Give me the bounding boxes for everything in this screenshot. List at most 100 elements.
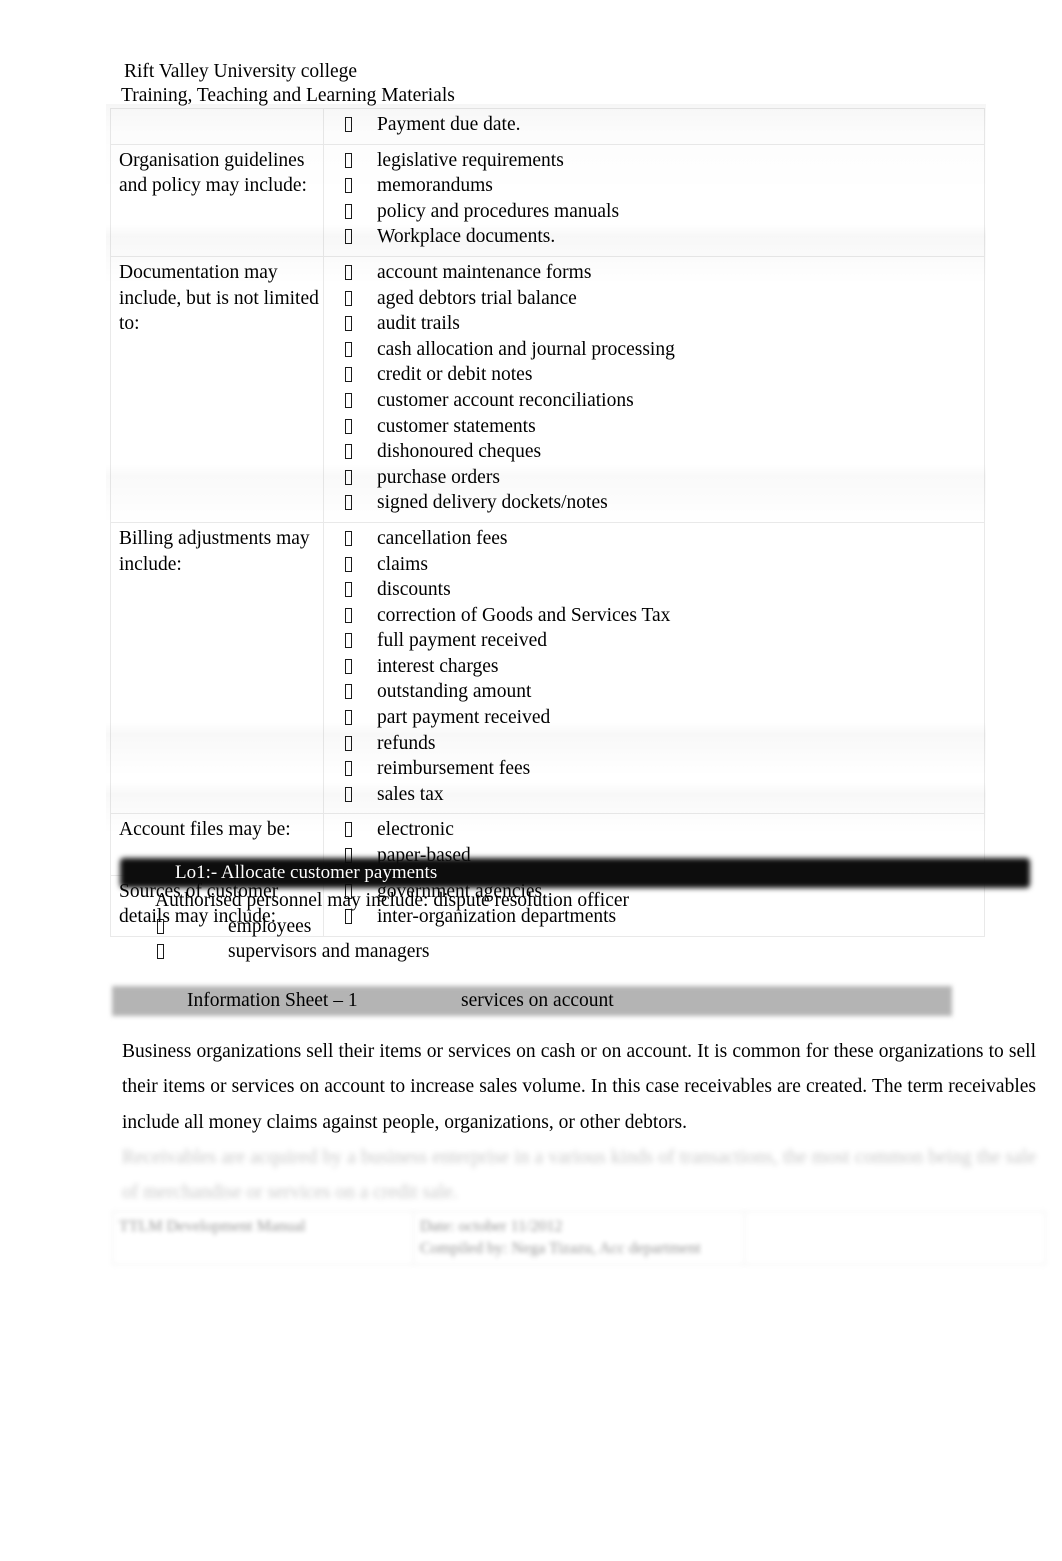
- list-item-label: employees: [228, 915, 312, 937]
- tofu-bullet-icon: [345, 710, 352, 726]
- row-label: Account files may be:: [119, 819, 291, 841]
- list-item-label: reimbursement fees: [377, 758, 531, 780]
- tofu-bullet-icon: [157, 944, 164, 960]
- list-item: sales tax: [324, 782, 980, 808]
- authorised-personnel-intro: Authorised personnel may include: disput…: [155, 890, 630, 911]
- tofu-bullet-icon: [345, 735, 352, 751]
- list-item-label: audit trails: [377, 313, 460, 335]
- footer-cell-manual: TTLM Development Manual: [112, 1211, 414, 1265]
- list-item-label: part payment received: [377, 707, 551, 729]
- list-item: customer account reconciliations: [324, 388, 980, 414]
- bullet-list: account maintenance forms aged debtors t…: [324, 260, 980, 516]
- list-item: claims: [324, 552, 980, 578]
- document-header: Rift Valley University college Training,…: [121, 60, 824, 108]
- information-sheet-banner: Information Sheet – 1 services on accoun…: [112, 986, 952, 1016]
- institution-name: Rift Valley University college: [124, 61, 358, 82]
- list-item: cancellation fees: [324, 526, 980, 552]
- list-item-label: discounts: [377, 579, 451, 601]
- bullet-list: employees supervisors and managers: [155, 914, 955, 965]
- tofu-bullet-icon: [345, 582, 352, 598]
- tofu-bullet-icon: [345, 530, 352, 546]
- tofu-bullet-icon: [345, 469, 352, 485]
- list-item-label: Workplace documents.: [377, 226, 556, 248]
- list-item: discounts: [324, 577, 980, 603]
- tofu-bullet-icon: [345, 658, 352, 674]
- list-item: memorandums: [324, 173, 980, 199]
- document-subtitle: Training, Teaching and Learning Material…: [121, 85, 455, 106]
- list-item: aged debtors trial balance: [324, 286, 980, 312]
- table-row: Billing adjustments may include: cancell…: [110, 521, 985, 815]
- list-item-label: full payment received: [377, 630, 548, 652]
- tofu-bullet-icon: [345, 786, 352, 802]
- list-item: policy and procedures manuals: [324, 199, 980, 225]
- list-item-label: cancellation fees: [377, 527, 508, 549]
- faded-paragraph: Receivables are acquired by a business e…: [122, 1146, 1036, 1204]
- list-item-label: dishonoured cheques: [377, 441, 542, 463]
- tofu-bullet-icon: [345, 392, 352, 408]
- list-item: Workplace documents.: [324, 224, 980, 250]
- list-item: customer statements: [324, 414, 980, 440]
- list-item-label: refunds: [377, 732, 436, 754]
- list-item-label: Payment due date.: [377, 114, 521, 135]
- information-sheet-title: Information Sheet – 1: [187, 990, 358, 1011]
- list-item: part payment received: [324, 705, 980, 731]
- banner-labels: Information Sheet – 1 services on accoun…: [112, 986, 952, 1016]
- learning-outcome-banner: Lo1:- Allocate customer payments: [120, 858, 1030, 888]
- list-item-label: customer account reconciliations: [377, 389, 634, 411]
- list-item: reimbursement fees: [324, 756, 980, 782]
- tofu-bullet-icon: [345, 341, 352, 357]
- tofu-bullet-icon: [345, 633, 352, 649]
- row-items-cell: account maintenance forms aged debtors t…: [323, 255, 985, 523]
- table-row: Payment due date.: [110, 108, 985, 145]
- list-item: dishonoured cheques: [324, 439, 980, 465]
- tofu-bullet-icon: [345, 556, 352, 572]
- list-item-label: credit or debit notes: [377, 364, 533, 386]
- range-table-body: Payment due date. Organisation guideline…: [110, 108, 985, 937]
- list-item-label: cash allocation and journal processing: [377, 338, 675, 360]
- list-item: purchase orders: [324, 465, 980, 491]
- row-label-cell: Billing adjustments may include:: [110, 521, 324, 815]
- tofu-bullet-icon: [345, 418, 352, 434]
- tofu-bullet-icon: [345, 495, 352, 511]
- bullet-list: cancellation fees claims discounts corre…: [324, 526, 980, 808]
- learning-outcome-title: Lo1:- Allocate customer payments: [175, 862, 438, 883]
- list-item-label: purchase orders: [377, 466, 500, 488]
- tofu-bullet-icon: [345, 229, 352, 245]
- list-item-label: policy and procedures manuals: [377, 200, 620, 222]
- list-item-label: legislative requirements: [377, 149, 564, 171]
- tofu-bullet-icon: [157, 918, 164, 934]
- list-item-label: customer statements: [377, 415, 536, 437]
- footer-cell-empty: [744, 1211, 1046, 1265]
- list-item: correction of Goods and Services Tax: [324, 603, 980, 629]
- list-item-label: memorandums: [377, 175, 493, 197]
- tofu-bullet-icon: [345, 761, 352, 777]
- list-item: cash allocation and journal processing: [324, 337, 980, 363]
- row-label-cell: [110, 108, 324, 145]
- table-row: Documentation may include, but is not li…: [110, 255, 985, 523]
- footer-date: Date: october 11/2012: [420, 1218, 563, 1235]
- row-label: Organisation guidelines and policy may i…: [119, 149, 307, 197]
- list-item: Payment due date.: [324, 112, 980, 138]
- bullet-list: Payment due date.: [324, 112, 980, 138]
- list-item-label: aged debtors trial balance: [377, 287, 577, 309]
- row-label-cell: Documentation may include, but is not li…: [110, 255, 324, 523]
- tofu-bullet-icon: [345, 684, 352, 700]
- list-item-label: interest charges: [377, 655, 499, 677]
- tofu-bullet-icon: [345, 152, 352, 168]
- list-item-label: signed delivery dockets/notes: [377, 492, 608, 514]
- list-item-label: account maintenance forms: [377, 261, 592, 283]
- list-item: employees: [155, 914, 955, 940]
- footer-table-body: TTLM Development Manual Date: october 11…: [112, 1211, 1046, 1265]
- list-item-label: correction of Goods and Services Tax: [377, 604, 671, 626]
- row-items-cell: cancellation fees claims discounts corre…: [323, 521, 985, 815]
- tofu-bullet-icon: [345, 117, 352, 132]
- list-item: signed delivery dockets/notes: [324, 490, 980, 516]
- tofu-bullet-icon: [345, 178, 352, 194]
- tofu-bullet-icon: [345, 203, 352, 219]
- document-page: Rift Valley University college Training,…: [0, 0, 1062, 1561]
- list-item-label: supervisors and managers: [228, 941, 430, 963]
- list-item-label: electronic: [377, 819, 454, 841]
- table-row: Organisation guidelines and policy may i…: [110, 143, 985, 257]
- list-item: refunds: [324, 731, 980, 757]
- list-item: audit trails: [324, 311, 980, 337]
